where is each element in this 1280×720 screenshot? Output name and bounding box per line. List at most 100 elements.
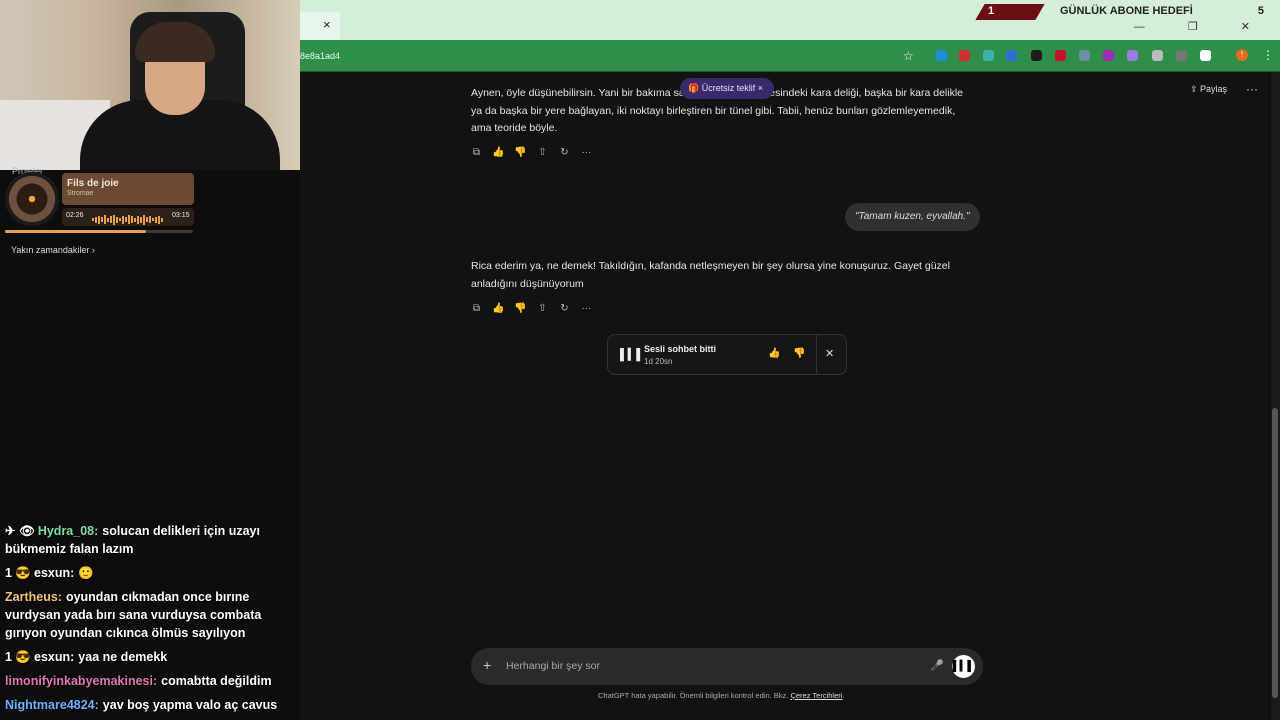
extension-icon[interactable] — [1152, 50, 1163, 61]
waveform-bar — [146, 217, 148, 223]
time-total: 03:15 — [172, 212, 190, 219]
waveform-bar — [116, 216, 118, 223]
extension-icon[interactable] — [1006, 50, 1017, 61]
scrollbar-thumb[interactable] — [1272, 408, 1278, 698]
song-progress-fill — [5, 230, 146, 233]
goal-title: GÜNLÜK ABONE HEDEFİ — [1060, 5, 1193, 17]
waveform-bar — [152, 218, 154, 222]
extension-icon[interactable] — [1031, 50, 1042, 61]
waveform-bar — [95, 216, 97, 223]
sub-goal-overlay: 1 GÜNLÜK ABONE HEDEFİ 5 — [975, 4, 1280, 20]
thumbs-down-icon[interactable]: 👎 — [793, 348, 805, 359]
waveform-bar — [158, 215, 160, 224]
share-button[interactable]: ⇪ Paylaş — [1190, 84, 1227, 95]
waveform-bar — [122, 215, 124, 224]
thumbs-down-icon[interactable]: 👎 — [514, 146, 527, 159]
waveform-bar — [140, 216, 142, 223]
extension-icon[interactable] — [936, 50, 947, 61]
thumbs-up-icon[interactable]: 👍 — [492, 302, 505, 315]
microphone-icon[interactable]: 🎤 — [930, 659, 944, 672]
message-actions: ⧉ 👍 👎 ⇧ ↻ ··· — [470, 146, 593, 159]
bookmark-star-icon[interactable]: ☆ — [903, 49, 914, 63]
extension-icon[interactable] — [983, 50, 994, 61]
voice-wave-icon: ▌▍▌ — [620, 349, 645, 361]
chat-text: 🙂 — [78, 566, 94, 580]
browser-menu-icon[interactable]: ⋮ — [1262, 48, 1274, 62]
waveform-bar — [131, 216, 133, 224]
message-actions: ⧉ 👍 👎 ⇧ ↻ ··· — [470, 302, 593, 315]
voice-mode-button[interactable]: ▌▍▌ — [952, 655, 975, 678]
regenerate-icon[interactable]: ↻ — [558, 302, 571, 315]
time-elapsed: 02:26 — [66, 212, 84, 219]
chat-username[interactable]: Nightmare4824: — [5, 698, 99, 712]
waveform-bar — [119, 218, 121, 222]
share-icon[interactable]: ⇧ — [536, 302, 549, 315]
voice-card-title: Sesli sohbet bitti — [644, 344, 717, 354]
waveform-bar — [134, 217, 136, 222]
thumbs-down-icon[interactable]: 👎 — [514, 302, 527, 315]
chat-message: Zartheus: oyundan cıkmadan once bırıne vu… — [5, 588, 295, 642]
chat-text: yav boş yapma valo aç cavus — [102, 698, 278, 712]
chat-badge-icon: 1 😎 — [5, 566, 31, 580]
chat-message: Nightmare4824: yav boş yapma valo aç cavu… — [5, 696, 295, 714]
waveform-bar — [110, 216, 112, 224]
chat-message: 1 😎 esxun: 🙂 — [5, 564, 295, 582]
album-art — [5, 172, 59, 226]
chat-message: limonifyinkabyemakinesi: comabtta değildi… — [5, 672, 295, 690]
chat-message: ✈ 👁 Hydra_08: solucan delikleri için uzayı… — [5, 522, 295, 558]
chat-text: yaa ne demekk — [78, 650, 168, 664]
tab-close-icon[interactable]: × — [323, 17, 331, 32]
more-options-icon[interactable]: ··· — [1246, 82, 1258, 96]
share-label: Paylaş — [1200, 84, 1228, 94]
profile-avatar[interactable]: ! — [1236, 49, 1248, 61]
waveform-bar — [125, 217, 127, 223]
extension-icon[interactable] — [1200, 50, 1211, 61]
disclaimer-end: . — [842, 691, 845, 700]
chat-username[interactable]: Hydra_08: — [38, 524, 98, 538]
url-text[interactable]: 8e8a1ad4 — [300, 51, 340, 61]
chat-username[interactable]: esxun: — [34, 650, 74, 664]
waveform-bar — [149, 216, 151, 224]
more-icon[interactable]: ··· — [580, 302, 593, 315]
regenerate-icon[interactable]: ↻ — [558, 146, 571, 159]
recent-label[interactable]: Yakın zamandakiler › — [11, 245, 95, 255]
chat-username[interactable]: Zartheus: — [5, 590, 62, 604]
chat-badge-icon: ✈ 👁 — [5, 524, 35, 538]
disclaimer: ChatGPT hata yapabilir. Önemli bilgileri… — [598, 691, 845, 700]
waveform-bar — [104, 215, 106, 225]
cookie-preferences-link[interactable]: Çerez Tercihleri — [790, 691, 842, 700]
user-message-bubble: "Tamam kuzen, eyvallah." — [845, 203, 980, 231]
chat-badge-icon: 1 😎 — [5, 650, 31, 664]
prompt-input[interactable] — [506, 656, 906, 676]
waveform-bar — [161, 217, 163, 222]
chat-username[interactable]: limonifyinkabyemakinesi: — [5, 674, 157, 688]
waveform-bar — [107, 217, 109, 222]
chat-username[interactable]: esxun: — [34, 566, 74, 580]
window-controls[interactable]: — ❐ ✕ — [1134, 20, 1270, 33]
free-offer-pill[interactable]: 🎁 Ücretsiz teklif × — [680, 78, 774, 99]
share-icon[interactable]: ⇧ — [536, 146, 549, 159]
more-icon[interactable]: ··· — [580, 146, 593, 159]
audio-waveform — [92, 211, 164, 225]
extension-icon[interactable] — [1127, 50, 1138, 61]
waveform-bar — [137, 215, 139, 224]
browser-tab[interactable] — [300, 12, 340, 40]
plus-icon[interactable]: + — [483, 657, 491, 673]
extension-icon[interactable] — [1176, 50, 1187, 61]
close-icon[interactable]: ✕ — [825, 347, 834, 360]
copy-icon[interactable]: ⧉ — [470, 302, 483, 315]
divider — [816, 335, 817, 375]
copy-icon[interactable]: ⧉ — [470, 146, 483, 159]
chat-main-area — [300, 72, 1270, 720]
assistant-message: Rica ederim ya, ne demek! Takıldığın, ka… — [471, 260, 950, 290]
waveform-bar — [155, 216, 157, 223]
disclaimer-text: ChatGPT hata yapabilir. Önemli bilgileri… — [598, 691, 789, 700]
waveform-bar — [128, 215, 130, 225]
extension-icon[interactable] — [959, 50, 970, 61]
extension-icon[interactable] — [1055, 50, 1066, 61]
extension-icon[interactable] — [1079, 50, 1090, 61]
waveform-bar — [92, 218, 94, 222]
thumbs-up-icon[interactable]: 👍 — [768, 348, 780, 359]
extension-icon[interactable] — [1103, 50, 1114, 61]
thumbs-up-icon[interactable]: 👍 — [492, 146, 505, 159]
